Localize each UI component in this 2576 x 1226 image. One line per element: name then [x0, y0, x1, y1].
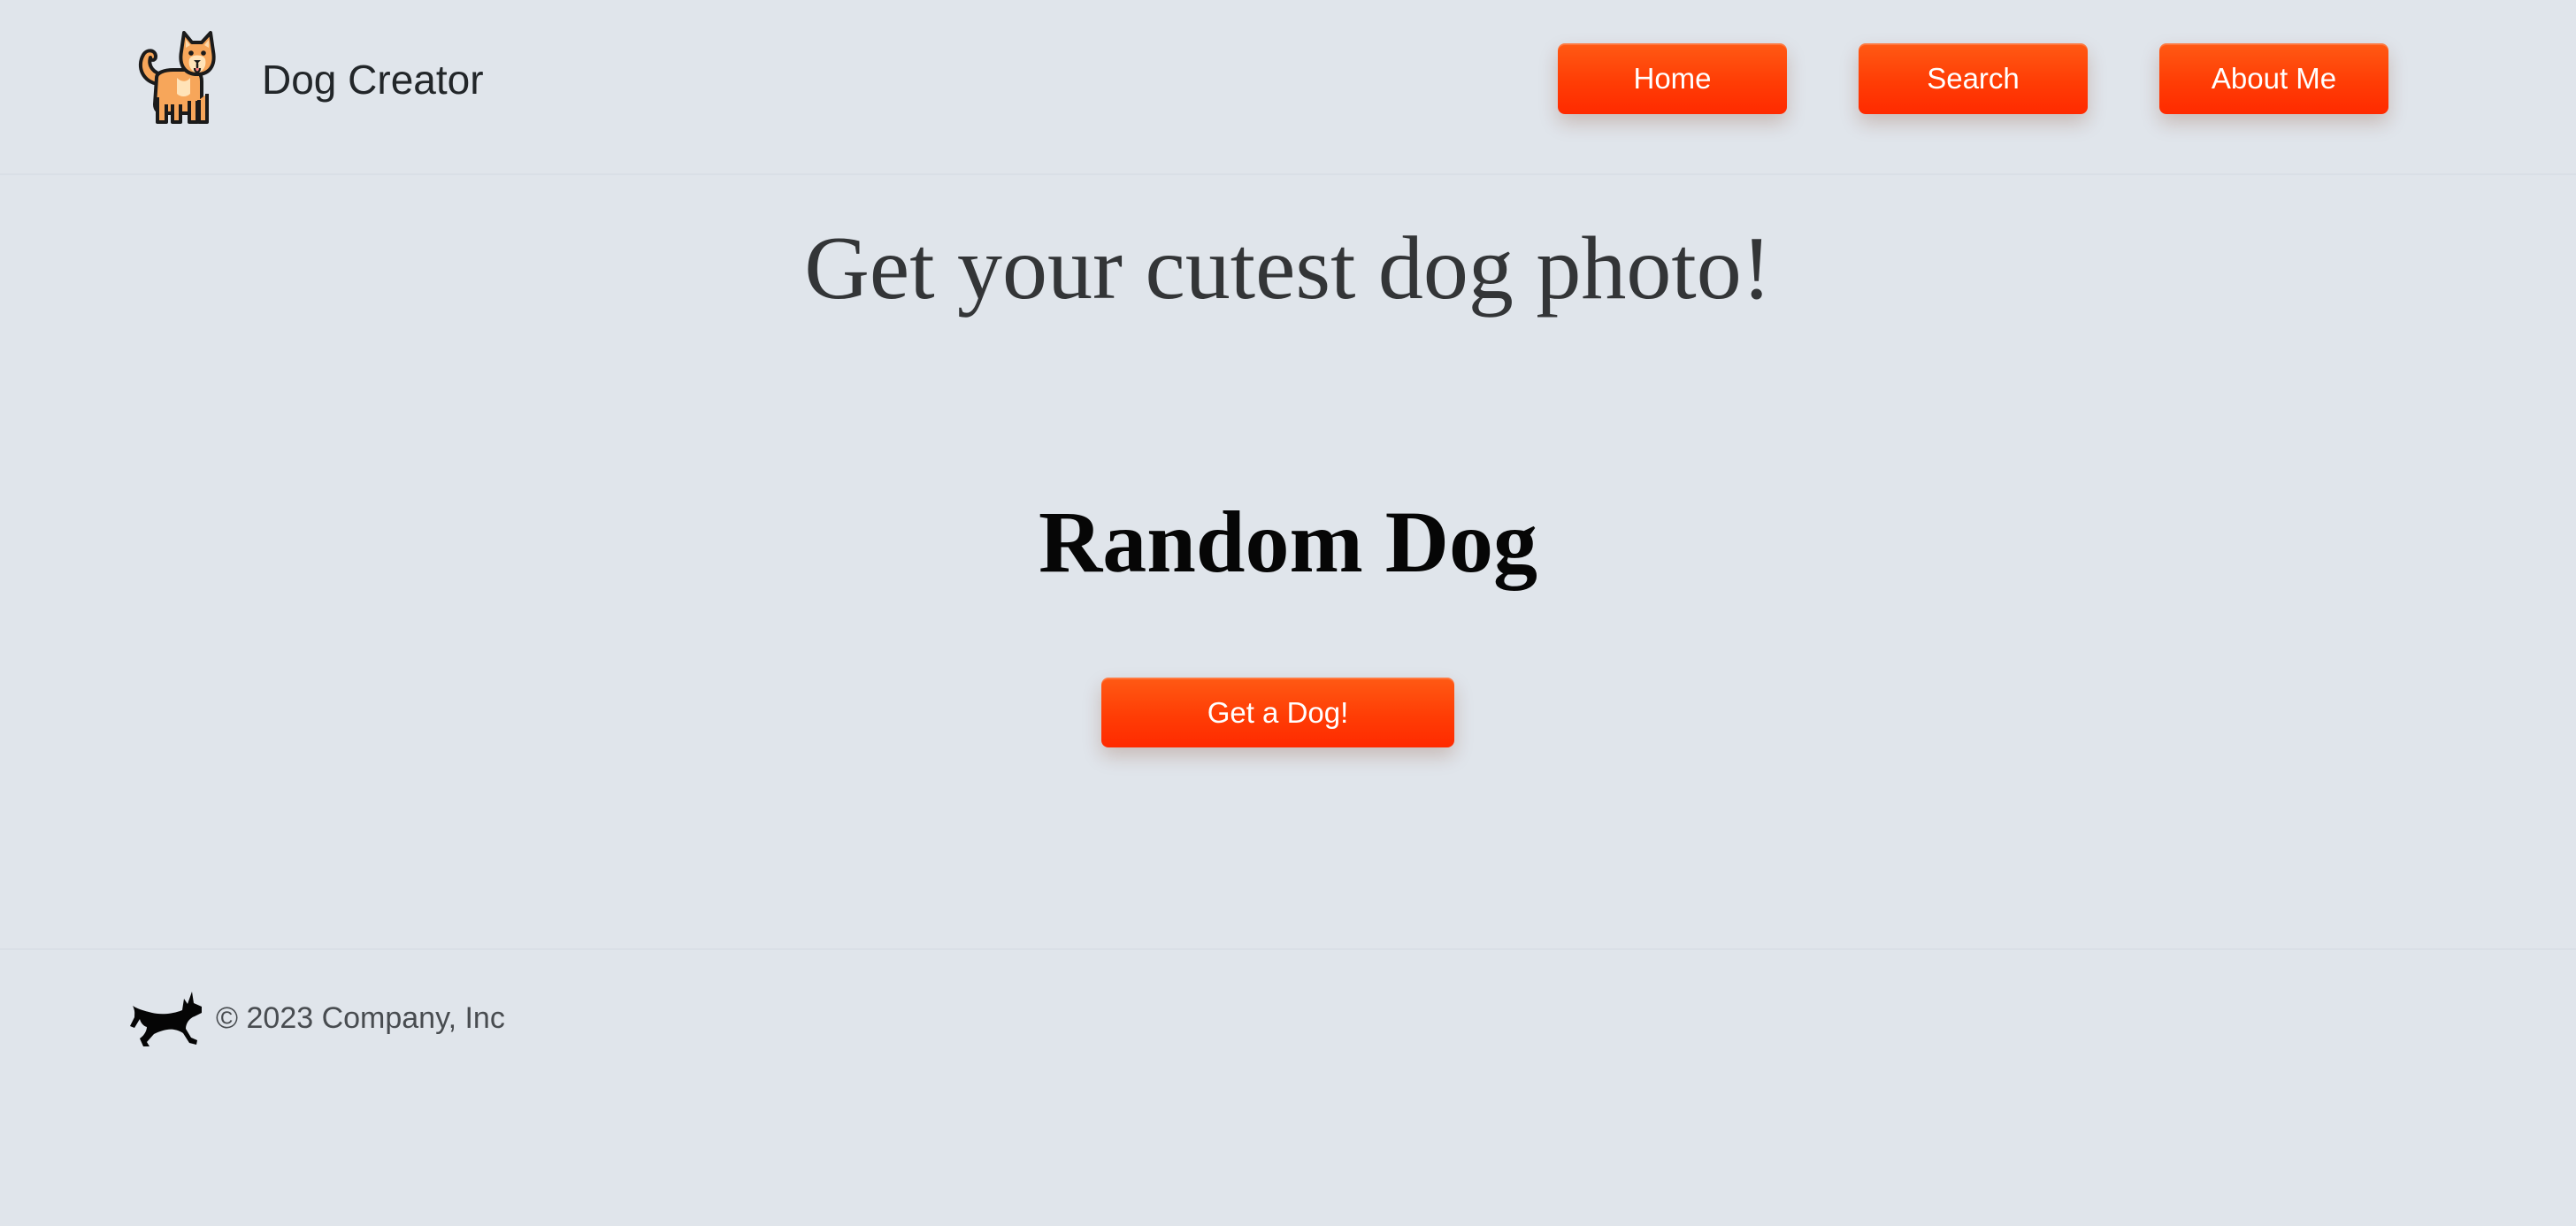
hero-title: Get your cutest dog photo!	[804, 218, 1772, 318]
dog-logo-icon[interactable]	[131, 30, 219, 127]
header-divider	[0, 173, 2576, 175]
site-header: Dog Creator Home Search About Me	[0, 0, 2576, 159]
nav-search-button[interactable]: Search	[1859, 43, 2088, 114]
random-dog-heading: Random Dog	[1039, 493, 1537, 591]
running-dog-silhouette-icon	[130, 992, 202, 1046]
get-a-dog-button[interactable]: Get a Dog!	[1101, 678, 1454, 747]
footer-divider	[0, 948, 2576, 950]
nav-about-me-button[interactable]: About Me	[2159, 43, 2388, 114]
copyright-text: © 2023 Company, Inc	[216, 1001, 505, 1035]
brand-name[interactable]: Dog Creator	[262, 51, 484, 108]
nav-home-button[interactable]: Home	[1558, 43, 1787, 114]
